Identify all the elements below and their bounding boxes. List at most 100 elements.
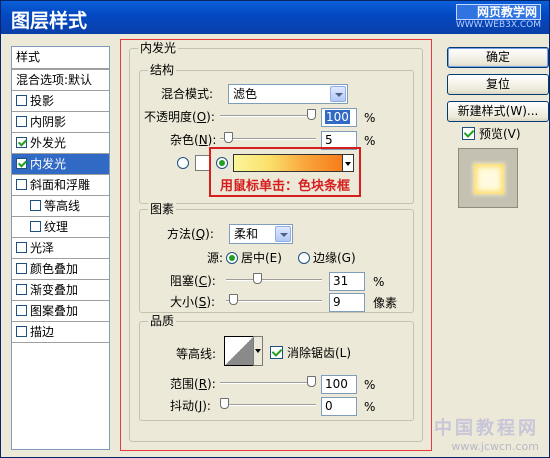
size-input[interactable]: 9 [329, 293, 365, 312]
layer-style-dialog: 图层样式 网页教学网 WWW.WEB3X.COM 样式 混合选项:默认 投影内阴… [0, 0, 550, 458]
anti-alias-label[interactable]: 消除锯齿(L) [287, 345, 351, 361]
preview-checkbox[interactable] [462, 127, 475, 140]
style-list-item-label: 纹理 [44, 220, 69, 234]
gradient-color-bar[interactable] [233, 154, 343, 172]
method-select[interactable]: 柔和 [229, 224, 293, 244]
style-list-item-label: 内发光 [30, 157, 67, 171]
choke-slider-thumb[interactable] [253, 273, 262, 284]
style-list-item[interactable]: 光泽 [12, 238, 109, 259]
footer-watermark: 中国教程网 www.jcwcn.com [434, 414, 539, 453]
method-label: 方法(Q): [167, 227, 214, 241]
range-label: 范围(R): [170, 377, 216, 391]
style-list-item[interactable]: 投影 [12, 91, 109, 112]
size-slider[interactable] [226, 294, 322, 308]
style-checkbox[interactable] [30, 221, 41, 232]
blend-options-item[interactable]: 混合选项:默认 [12, 70, 109, 91]
style-list-item[interactable]: 图案叠加 [12, 301, 109, 322]
jitter-slider[interactable] [220, 398, 316, 412]
style-checkbox[interactable] [16, 137, 27, 148]
style-list-item[interactable]: 内阴影 [12, 112, 109, 133]
watermark-bottom-text: WWW.WEB3X.COM [455, 20, 541, 30]
size-slider-thumb[interactable] [229, 294, 238, 305]
jitter-input[interactable]: 0 [321, 397, 357, 416]
source-edge-radio[interactable] [298, 252, 310, 264]
range-input[interactable]: 100 [321, 375, 357, 394]
ok-button[interactable]: 确定 [447, 47, 549, 68]
new-style-button[interactable]: 新建样式(W)... [447, 101, 549, 122]
style-checkbox[interactable] [16, 95, 27, 106]
style-list-item[interactable]: 等高线 [12, 196, 109, 217]
style-checkbox[interactable] [16, 242, 27, 253]
blend-mode-label: 混合模式: [161, 87, 214, 101]
source-center-label[interactable]: 居中(E) [241, 250, 282, 266]
chevron-down-icon [275, 226, 291, 242]
style-list: 样式 混合选项:默认 投影内阴影 外发光内发光斜面和浮雕等高线纹理光泽颜色叠加渐变… [11, 46, 110, 450]
style-list-item-label: 渐变叠加 [30, 283, 79, 297]
source-center-radio[interactable] [226, 252, 238, 264]
style-checkbox[interactable] [16, 326, 27, 337]
opacity-slider-thumb[interactable] [307, 109, 316, 120]
source-label: 源: [207, 251, 224, 265]
opacity-input[interactable]: 100 [321, 108, 357, 127]
range-slider-thumb[interactable] [307, 376, 316, 387]
solid-color-radio[interactable] [177, 157, 189, 169]
jitter-slider-thumb[interactable] [220, 398, 229, 409]
elements-group: 图素 方法(Q): 柔和 源: 居中(E) 边缘(G) 阻塞(C): 31 % [139, 202, 414, 313]
style-list-item[interactable]: 外发光 [12, 133, 109, 154]
noise-label: 杂色(N): [170, 133, 217, 147]
style-list-item-label: 图案叠加 [30, 304, 79, 318]
choke-slider[interactable] [226, 273, 322, 287]
style-checkbox[interactable] [16, 284, 27, 295]
inner-glow-panel: 内发光 结构 混合模式: 滤色 不透明度(O): 100 % 杂色(N): 5 … [120, 39, 432, 451]
watermark-top-text: 网页教学网 [455, 4, 541, 20]
elements-title: 图素 [148, 202, 177, 216]
style-list-item-label: 斜面和浮雕 [30, 178, 91, 192]
opacity-unit: % [364, 111, 376, 125]
style-preview [458, 148, 518, 208]
source-edge-label[interactable]: 边缘(G) [313, 250, 356, 266]
style-checkbox[interactable] [16, 179, 27, 190]
quality-title: 品质 [148, 314, 177, 328]
jitter-unit: % [364, 400, 376, 414]
size-label: 大小(S): [170, 295, 216, 309]
blend-mode-value: 滤色 [233, 87, 258, 101]
style-checkbox[interactable] [30, 200, 41, 211]
style-list-header[interactable]: 样式 [12, 47, 109, 70]
style-checkbox[interactable] [16, 263, 27, 274]
title-bar: 图层样式 网页教学网 WWW.WEB3X.COM [1, 1, 549, 34]
reset-button[interactable]: 复位 [447, 74, 549, 95]
style-checkbox[interactable] [16, 158, 27, 169]
style-list-item[interactable]: 纹理 [12, 217, 109, 238]
noise-slider[interactable] [220, 132, 316, 146]
blend-mode-select[interactable]: 滤色 [228, 84, 348, 104]
gradient-dropdown-arrow[interactable] [342, 154, 354, 172]
style-checkbox[interactable] [16, 305, 27, 316]
opacity-slider[interactable] [220, 109, 316, 123]
style-list-item-label: 描边 [30, 325, 55, 339]
anti-alias-checkbox[interactable] [270, 346, 283, 359]
choke-input[interactable]: 31 [329, 272, 365, 291]
style-list-item[interactable]: 颜色叠加 [12, 259, 109, 280]
gradient-radio[interactable] [216, 157, 228, 169]
choke-unit: % [373, 275, 385, 289]
style-list-item-label: 光泽 [30, 241, 55, 255]
watermark-logo: 网页教学网 WWW.WEB3X.COM [455, 4, 541, 31]
preview-label[interactable]: 预览(V) [479, 126, 521, 142]
contour-preview[interactable] [224, 336, 254, 366]
contour-dropdown-arrow[interactable] [253, 336, 263, 366]
range-slider[interactable] [220, 376, 316, 390]
structure-group: 结构 混合模式: 滤色 不透明度(O): 100 % 杂色(N): 5 % 用鼠… [139, 63, 414, 204]
style-checkbox[interactable] [16, 116, 27, 127]
range-unit: % [364, 378, 376, 392]
style-list-item[interactable]: 描边 [12, 322, 109, 343]
chevron-down-icon [330, 86, 346, 102]
structure-title: 结构 [148, 63, 177, 77]
footer-watermark-small: www.jcwcn.com [451, 440, 539, 453]
noise-slider-thumb[interactable] [224, 132, 233, 143]
style-list-item[interactable]: 斜面和浮雕 [12, 175, 109, 196]
style-list-item[interactable]: 渐变叠加 [12, 280, 109, 301]
annotation-text: 用鼠标单击：色块条框 [220, 179, 351, 194]
style-list-item-label: 投影 [30, 94, 55, 108]
style-list-item[interactable]: 内发光 [12, 154, 109, 175]
contour-label: 等高线: [176, 347, 217, 361]
